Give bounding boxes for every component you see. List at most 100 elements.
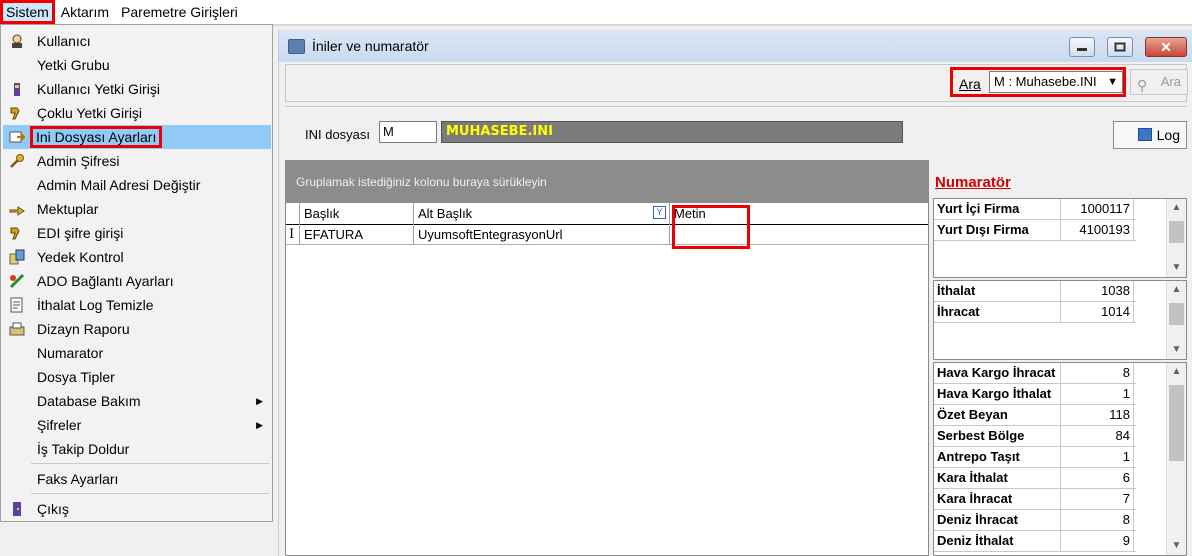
menu-item-dosya-tipler[interactable]: Dosya Tipler — [3, 365, 271, 389]
menu-item-ini-dosyasi-ayarlari[interactable]: Ini Dosyası Ayarları — [3, 125, 271, 149]
filter-icon[interactable]: Y — [653, 206, 666, 219]
menu-item-cikis[interactable]: Çıkış — [3, 497, 271, 521]
list-item[interactable]: Hava Kargo İthalat 1 — [934, 384, 1136, 405]
column-header-alt-baslik[interactable]: Alt Başlık Y — [414, 203, 670, 225]
list-item[interactable]: Hava Kargo İhracat 8 — [934, 363, 1136, 384]
list-item[interactable]: Deniz İhracat 8 — [934, 510, 1136, 531]
letter-icon — [9, 201, 25, 217]
close-button[interactable]: ✕ — [1145, 37, 1187, 57]
numarator-key: Hava Kargo İthalat — [937, 384, 1061, 404]
menu-item-is-takip-doldur[interactable]: İş Takip Doldur — [3, 437, 271, 461]
menu-item-label: Dosya Tipler — [37, 369, 115, 385]
menu-item-yetki-grubu[interactable]: Yetki Grubu — [3, 53, 271, 77]
list-item[interactable]: İhracat 1014 — [934, 302, 1136, 323]
scroll-up-icon[interactable]: ▲ — [1167, 199, 1186, 217]
numarator-value[interactable]: 84 — [1062, 426, 1134, 446]
numarator-value[interactable]: 9 — [1062, 531, 1134, 551]
menu-item-sifreler[interactable]: Şifreler ▶ — [3, 413, 271, 437]
numarator-value[interactable]: 7 — [1062, 489, 1134, 509]
numarator-value[interactable]: 118 — [1062, 405, 1134, 425]
scroll-down-icon[interactable]: ▼ — [1167, 537, 1186, 555]
scroll-up-icon[interactable]: ▲ — [1167, 363, 1186, 381]
numarator-value[interactable]: 1 — [1062, 447, 1134, 467]
list-item[interactable]: Serbest Bölge 84 — [934, 426, 1136, 447]
connection-icon — [9, 273, 25, 289]
menu-item-label: Yedek Kontrol — [37, 249, 124, 265]
menu-item-kullanici[interactable]: Kullanıcı — [3, 29, 271, 53]
vertical-scrollbar[interactable]: ▲ ▼ — [1166, 281, 1186, 359]
numarator-value[interactable]: 1000117 — [1062, 199, 1134, 219]
vertical-scrollbar[interactable]: ▲ ▼ — [1166, 363, 1186, 555]
scroll-thumb[interactable] — [1169, 303, 1184, 325]
log-button[interactable]: Log — [1113, 121, 1187, 149]
scroll-down-icon[interactable]: ▼ — [1167, 341, 1186, 359]
menu-separator — [31, 493, 269, 494]
vertical-scrollbar[interactable]: ▲ ▼ — [1166, 199, 1186, 277]
scroll-down-icon[interactable]: ▼ — [1167, 259, 1186, 277]
numarator-key: Hava Kargo İhracat — [937, 363, 1061, 383]
ini-file-input[interactable]: M — [379, 121, 437, 143]
menu-item-label: İş Takip Doldur — [37, 441, 130, 457]
list-item[interactable]: Deniz İthalat 9 — [934, 531, 1136, 552]
menu-item-yedek-kontrol[interactable]: Yedek Kontrol — [3, 245, 271, 269]
numarator-value[interactable]: 1 — [1062, 384, 1134, 404]
numarator-key: İhracat — [937, 302, 1061, 322]
menu-item-mektuplar[interactable]: Mektuplar — [3, 197, 271, 221]
numarator-value[interactable]: 1014 — [1062, 302, 1134, 322]
list-item[interactable]: Yurt İçi Firma 1000117 — [934, 199, 1136, 220]
cell-baslik[interactable]: EFATURA — [300, 225, 414, 245]
numarator-value[interactable]: 1038 — [1062, 281, 1134, 301]
search-select-value: M : Muhasebe.INI — [994, 74, 1097, 89]
scroll-up-icon[interactable]: ▲ — [1167, 281, 1186, 299]
table-row[interactable]: I EFATURA UyumsoftEntegrasyonUrl — [286, 225, 928, 245]
menu-item-label: Yetki Grubu — [37, 57, 110, 73]
menu-item-admin-mail[interactable]: Admin Mail Adresi Değiştir — [3, 173, 271, 197]
menu-parametre-girisleri[interactable]: Paremetre Girişleri — [115, 0, 244, 24]
menu-item-database-bakim[interactable]: Database Bakım ▶ — [3, 389, 271, 413]
list-item[interactable]: Kara İthalat 6 — [934, 468, 1136, 489]
maximize-button[interactable] — [1107, 37, 1133, 57]
log-clean-icon — [9, 297, 25, 313]
numarator-value[interactable]: 6 — [1062, 468, 1134, 488]
menu-item-edi-sifre[interactable]: EDI şifre girişi — [3, 221, 271, 245]
multi-key-icon — [9, 105, 25, 121]
list-item[interactable]: Yurt Dışı Firma 4100193 — [934, 220, 1136, 241]
menu-item-dizayn-raporu[interactable]: Dizayn Raporu — [3, 317, 271, 341]
menu-item-numarator[interactable]: Numarator — [3, 341, 271, 365]
list-item[interactable]: Özet Beyan 118 — [934, 405, 1136, 426]
numarator-group-beyan: Hava Kargo İhracat 8 Hava Kargo İthalat … — [933, 362, 1187, 556]
list-item[interactable]: İthalat 1038 — [934, 281, 1136, 302]
row-indicator-header — [286, 203, 300, 225]
search-button[interactable]: ⚲ Ara — [1130, 69, 1188, 95]
menu-bar: Sistem Aktarım Paremetre Girişleri — [0, 0, 1192, 24]
report-icon — [9, 321, 25, 337]
numarator-value[interactable]: 4100193 — [1062, 220, 1134, 240]
search-select[interactable]: M : Muhasebe.INI ▼ — [989, 71, 1123, 93]
column-header-baslik[interactable]: Başlık — [300, 203, 414, 225]
cell-alt-baslik[interactable]: UyumsoftEntegrasyonUrl — [414, 225, 670, 245]
menu-item-ado-baglanti[interactable]: ADO Bağlantı Ayarları — [3, 269, 271, 293]
menu-item-kullanici-yetki-girisi[interactable]: Kullanıcı Yetki Girişi — [3, 77, 271, 101]
list-item[interactable]: Kara İhracat 7 — [934, 489, 1136, 510]
scroll-thumb[interactable] — [1169, 385, 1184, 461]
numarator-key: Serbest Bölge — [937, 426, 1061, 446]
menu-item-ithalat-log-temizle[interactable]: İthalat Log Temizle — [3, 293, 271, 317]
scroll-thumb[interactable] — [1169, 221, 1184, 243]
minimize-button[interactable] — [1069, 37, 1095, 57]
numarator-key: Kara İthalat — [937, 468, 1061, 488]
key-user-icon — [9, 81, 25, 97]
menu-item-coklu-yetki-girisi[interactable]: Çoklu Yetki Girişi — [3, 101, 271, 125]
ini-file-label: INI dosyası — [305, 127, 371, 142]
menu-aktarim[interactable]: Aktarım — [55, 0, 115, 24]
menu-item-admin-sifresi[interactable]: Admin Şifresi — [3, 149, 271, 173]
menu-sistem[interactable]: Sistem — [0, 0, 55, 24]
submenu-arrow-icon: ▶ — [256, 419, 263, 430]
menu-item-faks-ayarlari[interactable]: Faks Ayarları — [3, 467, 271, 491]
numarator-value[interactable]: 8 — [1062, 363, 1134, 383]
list-item[interactable]: Antrepo Taşıt 1 — [934, 447, 1136, 468]
menu-item-label: Admin Şifresi — [37, 153, 120, 169]
numarator-value[interactable]: 8 — [1062, 510, 1134, 530]
numarator-key: Yurt Dışı Firma — [937, 220, 1061, 240]
group-by-panel[interactable]: Gruplamak istediğiniz kolonu buraya sürü… — [286, 161, 928, 203]
menu-item-label: Database Bakım — [37, 393, 141, 409]
